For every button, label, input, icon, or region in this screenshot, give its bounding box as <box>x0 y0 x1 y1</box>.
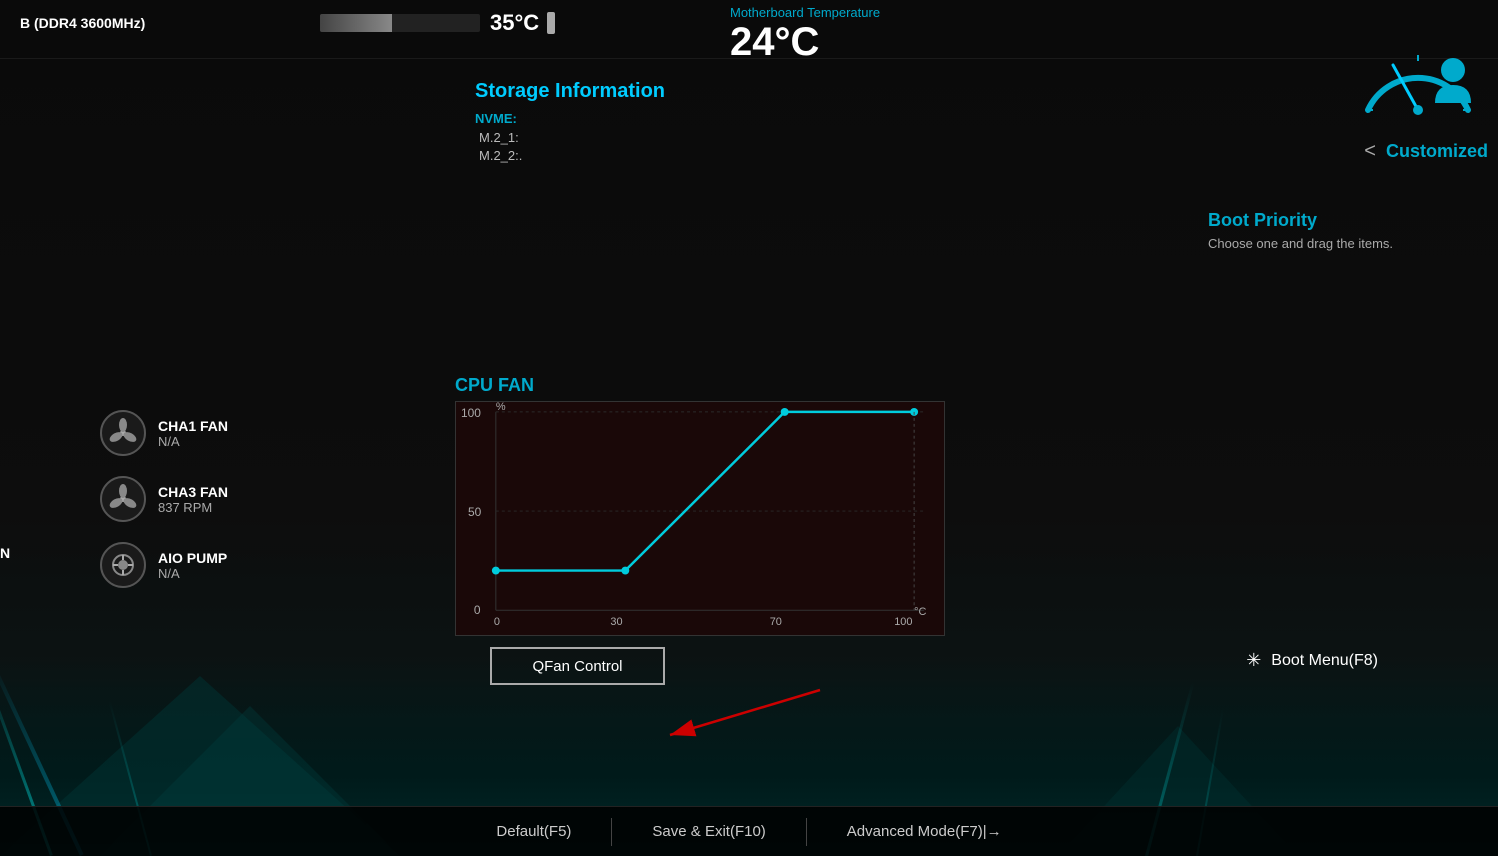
cpu-fan-chart: 100 50 0 % 0 30 70 100 °C <box>455 401 945 636</box>
cha3-fan-icon <box>100 476 146 522</box>
boot-menu-button[interactable]: ✳ Boot Menu(F8) <box>1246 650 1378 671</box>
temp-slider-handle[interactable] <box>547 12 555 34</box>
cha1-fan-info: CHA1 FAN N/A <box>158 418 228 449</box>
fan-section: CHA1 FAN N/A CHA3 FAN 837 RPM <box>100 410 228 588</box>
cpu-fan-section: CPU FAN 100 50 0 % 0 30 70 100 °C <box>455 375 965 636</box>
boot-priority-title: Boot Priority <box>1208 210 1488 231</box>
cha1-fan-item: CHA1 FAN N/A <box>100 410 228 456</box>
cpu-temperature-display: 35°C <box>320 0 555 46</box>
fan-blade-icon-2 <box>108 484 138 514</box>
bottom-bar: Default(F5) Save & Exit(F10) Advanced Mo… <box>0 806 1498 856</box>
save-exit-label: Save & Exit(F10) <box>652 823 765 840</box>
snowflake-icon: ✳ <box>1246 650 1261 671</box>
pump-icon <box>108 550 138 580</box>
cha3-fan-value: 837 RPM <box>158 500 228 515</box>
storage-title: Storage Information <box>475 80 665 103</box>
svg-text:50: 50 <box>468 505 482 519</box>
motherboard-temp: Motherboard Temperature 24°C <box>730 5 880 65</box>
m2-1-item: M.2_1: <box>475 130 665 145</box>
cha3-fan-info: CHA3 FAN 837 RPM <box>158 484 228 515</box>
qfan-control-label: QFan Control <box>532 658 622 675</box>
cpu-temp-value: 35°C <box>490 10 539 36</box>
mb-temp-value: 24°C <box>730 20 880 65</box>
left-edge-label: N <box>0 545 10 561</box>
default-button[interactable]: Default(F5) <box>456 807 611 856</box>
boot-priority-section: Boot Priority Choose one and drag the it… <box>1208 210 1488 251</box>
cha3-fan-label: CHA3 FAN <box>158 484 228 500</box>
svg-text:%: % <box>496 402 506 413</box>
aio-pump-label: AIO PUMP <box>158 550 227 566</box>
svg-text:100: 100 <box>461 406 481 420</box>
qfan-control-button[interactable]: QFan Control <box>490 647 665 685</box>
nvme-label: NVME: <box>475 111 665 126</box>
boot-menu-label: Boot Menu(F8) <box>1271 652 1378 670</box>
gauge-icon <box>1353 25 1483 125</box>
memory-label: B (DDR4 3600MHz) <box>20 15 145 31</box>
customized-row[interactable]: < Customized <box>1364 140 1488 163</box>
svg-text:0: 0 <box>474 603 481 617</box>
svg-text:0: 0 <box>494 616 500 628</box>
aio-pump-icon <box>100 542 146 588</box>
cha1-fan-label: CHA1 FAN <box>158 418 228 434</box>
temp-bar-container <box>320 14 480 32</box>
svg-text:°C: °C <box>914 606 926 618</box>
cpu-fan-chart-svg: 100 50 0 % 0 30 70 100 °C <box>456 402 944 635</box>
cpu-fan-title: CPU FAN <box>455 375 965 396</box>
m2-2-item: M.2_2:. <box>475 148 665 163</box>
cha1-fan-value: N/A <box>158 434 228 449</box>
gauge-area <box>1348 5 1488 145</box>
aio-pump-value: N/A <box>158 566 227 581</box>
cha3-fan-item: CHA3 FAN 837 RPM <box>100 476 228 522</box>
svg-text:70: 70 <box>770 616 782 628</box>
customized-label: Customized <box>1386 141 1488 162</box>
svg-text:100: 100 <box>894 616 912 628</box>
fan-blade-icon <box>108 418 138 448</box>
chevron-left-icon[interactable]: < <box>1364 140 1376 163</box>
aio-pump-info: AIO PUMP N/A <box>158 550 227 581</box>
default-label: Default(F5) <box>496 823 571 840</box>
temp-bar-fill <box>320 14 392 32</box>
mb-temp-label: Motherboard Temperature <box>730 5 880 20</box>
memory-info: B (DDR4 3600MHz) <box>0 0 200 48</box>
advanced-mode-button[interactable]: Advanced Mode(F7)|→ <box>807 807 1042 856</box>
aio-pump-item: AIO PUMP N/A <box>100 542 228 588</box>
boot-priority-description: Choose one and drag the items. <box>1208 236 1488 251</box>
storage-information: Storage Information NVME: M.2_1: M.2_2:. <box>465 70 675 176</box>
cha1-fan-icon <box>100 410 146 456</box>
advanced-mode-label: Advanced Mode(F7)|→ <box>847 823 1002 840</box>
svg-text:30: 30 <box>610 616 622 628</box>
save-exit-button[interactable]: Save & Exit(F10) <box>612 807 805 856</box>
